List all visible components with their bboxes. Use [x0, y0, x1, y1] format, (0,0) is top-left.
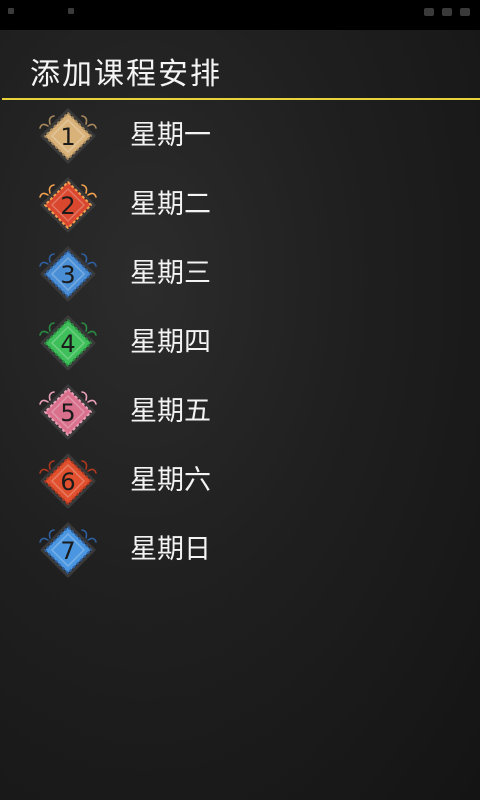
svg-text:4: 4	[60, 330, 75, 358]
status-indicators	[424, 8, 470, 16]
day-label: 星期日	[130, 534, 211, 565]
svg-text:3: 3	[60, 261, 75, 289]
day-item-thursday[interactable]: 4 星期四	[0, 309, 480, 378]
number-badge-icon: 5	[39, 384, 97, 440]
notification-icon	[68, 8, 74, 14]
day-item-tuesday[interactable]: 2 星期二	[0, 171, 480, 240]
day-badge: 2	[38, 175, 98, 235]
svg-text:6: 6	[60, 468, 75, 496]
svg-text:2: 2	[60, 192, 75, 220]
number-badge-icon: 4	[39, 315, 97, 371]
wifi-icon	[424, 8, 434, 16]
day-label: 星期二	[130, 189, 211, 220]
day-badge: 1	[38, 106, 98, 166]
page-title: 添加课程安排	[30, 57, 222, 92]
number-badge-icon: 3	[39, 246, 97, 302]
day-badge: 6	[38, 451, 98, 511]
notification-icon	[8, 8, 14, 14]
signal-icon	[442, 8, 452, 16]
svg-text:5: 5	[60, 399, 75, 427]
day-item-wednesday[interactable]: 3 星期三	[0, 240, 480, 309]
battery-icon	[460, 8, 470, 16]
day-label: 星期一	[130, 120, 211, 151]
day-item-friday[interactable]: 5 星期五	[0, 378, 480, 447]
header: 添加课程安排	[0, 30, 480, 102]
day-label: 星期四	[130, 327, 211, 358]
day-list: 1 星期一 2 星期二 3 星期三 4 星期四 5 星期五 6 星期六 7 星期…	[0, 102, 480, 585]
svg-text:7: 7	[60, 537, 75, 565]
status-bar	[0, 0, 480, 30]
day-badge: 4	[38, 313, 98, 373]
day-label: 星期三	[130, 258, 211, 289]
day-badge: 5	[38, 382, 98, 442]
day-item-monday[interactable]: 1 星期一	[0, 102, 480, 171]
svg-text:1: 1	[60, 123, 75, 151]
number-badge-icon: 6	[39, 453, 97, 509]
screen: 添加课程安排 1 星期一 2 星期二 3 星期三 4 星期四 5 星期五 6 星…	[0, 0, 480, 800]
status-notifications	[8, 8, 74, 14]
day-label: 星期五	[130, 396, 211, 427]
day-item-saturday[interactable]: 6 星期六	[0, 447, 480, 516]
number-badge-icon: 1	[39, 108, 97, 164]
day-item-sunday[interactable]: 7 星期日	[0, 516, 480, 585]
day-badge: 3	[38, 244, 98, 304]
number-badge-icon: 2	[39, 177, 97, 233]
day-badge: 7	[38, 520, 98, 580]
header-divider	[2, 98, 480, 100]
day-label: 星期六	[130, 465, 211, 496]
number-badge-icon: 7	[39, 522, 97, 578]
